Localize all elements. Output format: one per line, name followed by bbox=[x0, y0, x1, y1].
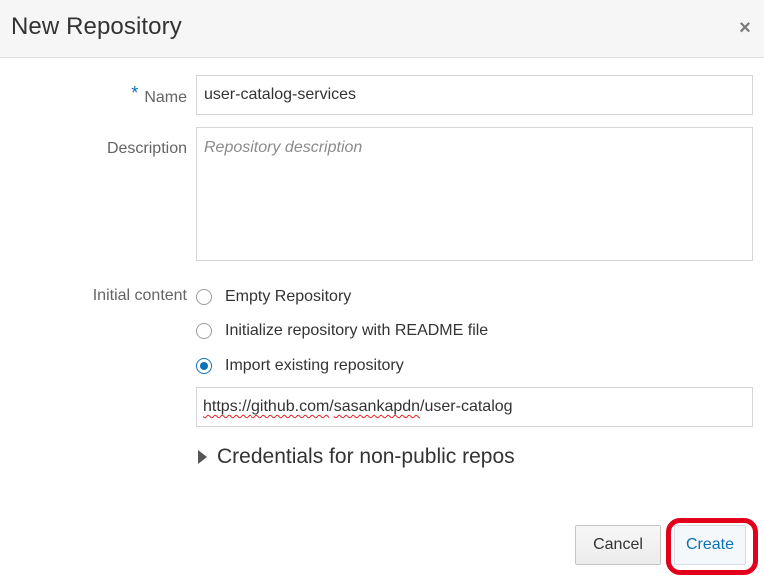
description-textarea[interactable] bbox=[196, 127, 753, 261]
url-part-scheme: https:// bbox=[203, 398, 252, 415]
url-part-repo: /user-catalog bbox=[420, 398, 513, 415]
radio-import-existing[interactable]: Import existing repository bbox=[196, 354, 404, 378]
radio-initialize-readme[interactable]: Initialize repository with README file bbox=[196, 319, 488, 343]
url-part-host: github.com bbox=[251, 398, 330, 415]
radio-button-import[interactable] bbox=[196, 358, 212, 374]
dialog-title: New Repository bbox=[11, 13, 182, 40]
description-label: Description bbox=[106, 140, 187, 157]
credentials-disclosure[interactable]: Credentials for non-public repos bbox=[198, 443, 515, 471]
required-marker: * bbox=[131, 83, 139, 103]
close-icon[interactable]: × bbox=[734, 16, 756, 40]
new-repository-dialog: New Repository × * Name Description Initi… bbox=[0, 0, 764, 578]
name-label-text: Name bbox=[144, 89, 187, 106]
url-part-user: sasankapdn bbox=[333, 398, 421, 415]
radio-empty-repository[interactable]: Empty Repository bbox=[196, 285, 351, 309]
radio-label-empty: Empty Repository bbox=[225, 288, 352, 305]
radio-button-empty[interactable] bbox=[196, 289, 212, 305]
name-label: * Name bbox=[131, 83, 187, 107]
create-button[interactable]: Create bbox=[674, 525, 746, 565]
radio-label-import: Import existing repository bbox=[225, 357, 404, 374]
name-input[interactable] bbox=[196, 75, 753, 115]
import-url-value: https://github.com/sasankapdn/user-catal… bbox=[203, 398, 513, 416]
credentials-label: Credentials for non-public repos bbox=[217, 445, 515, 468]
radio-label-readme: Initialize repository with README file bbox=[225, 322, 489, 339]
radio-button-readme[interactable] bbox=[196, 323, 212, 339]
cancel-button[interactable]: Cancel bbox=[575, 525, 661, 565]
dialog-header: New Repository × bbox=[0, 0, 764, 58]
triangle-right-icon[interactable] bbox=[198, 450, 207, 464]
initial-content-label: Initial content bbox=[92, 287, 187, 304]
